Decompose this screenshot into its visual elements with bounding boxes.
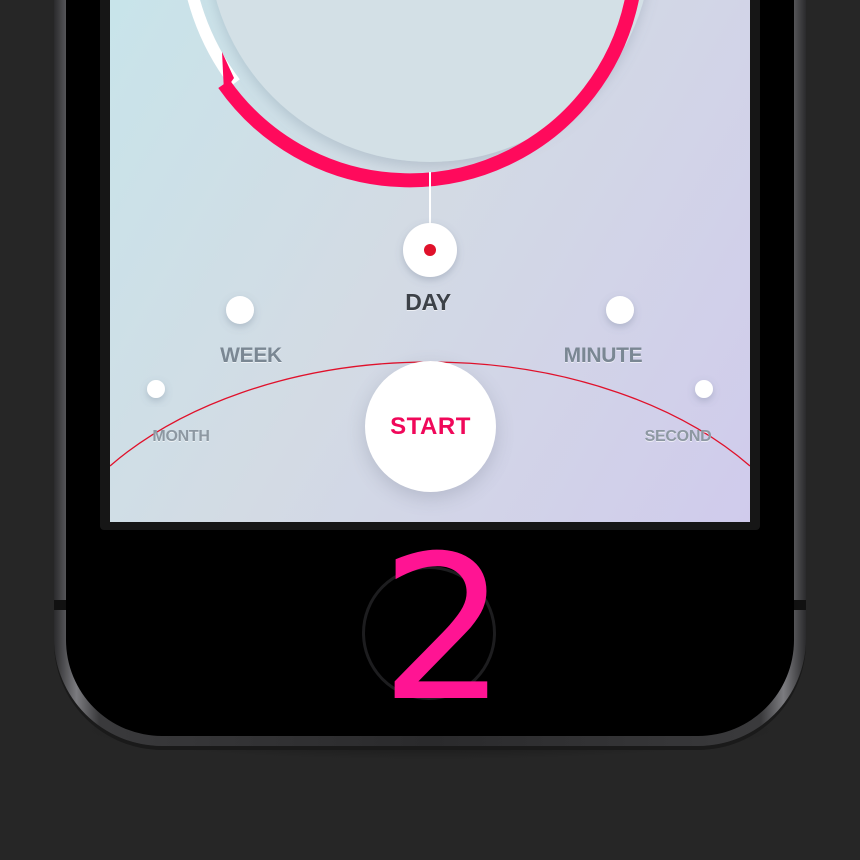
clock-face — [187, 0, 644, 188]
knob-minute[interactable] — [606, 296, 634, 324]
phone-side-notch-right — [794, 600, 806, 610]
phone-side-notch-left — [54, 600, 66, 610]
stage: DAY WEEK MINUTE MONTH SECOND START 2 — [0, 0, 860, 860]
knob-month[interactable] — [147, 380, 165, 398]
app-screen: DAY WEEK MINUTE MONTH SECOND START — [110, 0, 750, 522]
knob-week[interactable] — [226, 296, 254, 324]
unit-label-week[interactable]: WEEK — [220, 344, 282, 368]
start-button[interactable]: START — [365, 361, 496, 492]
unit-label-day[interactable]: DAY — [405, 289, 451, 316]
selected-dot-icon — [424, 244, 436, 256]
unit-label-month[interactable]: MONTH — [152, 428, 209, 446]
unit-label-minute[interactable]: MINUTE — [564, 344, 643, 368]
step-number-overlay: 2 — [380, 513, 508, 746]
knob-second[interactable] — [695, 380, 713, 398]
unit-label-second[interactable]: SECOND — [645, 428, 712, 446]
